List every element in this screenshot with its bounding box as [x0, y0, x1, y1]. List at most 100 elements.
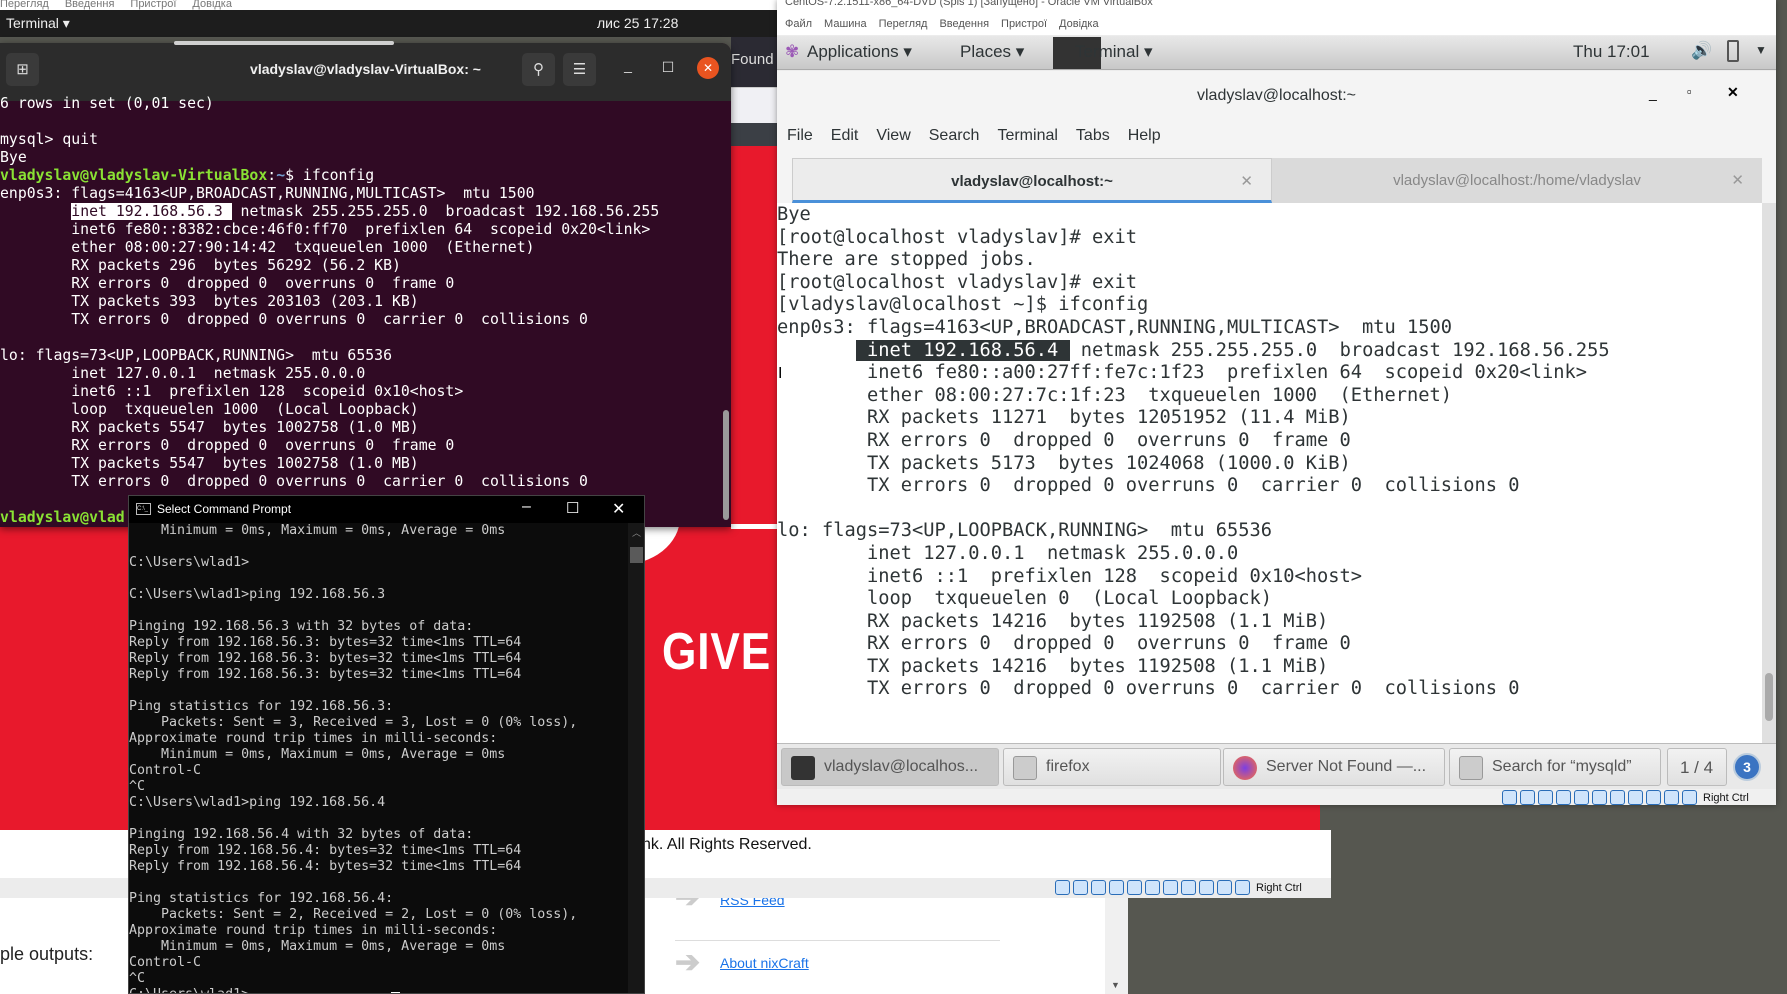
- shared-folder-icon[interactable]: [1592, 790, 1607, 805]
- terminal-output[interactable]: 6 rows in set (0,01 sec) mysql> quit Bye vl…: [0, 95, 731, 527]
- gnome-terminal-window[interactable]: vladyslav@localhost:~ _ ▫ ✕ File Edit View…: [777, 71, 1776, 743]
- keyboard-icon[interactable]: [1682, 790, 1697, 805]
- hdd-icon[interactable]: [1055, 880, 1070, 895]
- task-search-mysqld[interactable]: Search for “mysqld”: [1449, 748, 1661, 786]
- close-tab-icon[interactable]: ✕: [1731, 158, 1744, 203]
- menu-view[interactable]: View: [876, 127, 910, 144]
- menu-button[interactable]: ☰: [563, 53, 596, 86]
- minimize-button[interactable]: _: [618, 57, 638, 73]
- menu-view[interactable]: Перегляд: [0, 0, 49, 10]
- recording-icon[interactable]: [1181, 880, 1196, 895]
- mouse-integration-icon[interactable]: [1664, 790, 1679, 805]
- terminal-line: Control-C: [129, 955, 202, 970]
- centos-vbox-window[interactable]: CentOS-7.2.1511-x86_64-DVD (Spis 1) [Зап…: [777, 0, 1776, 805]
- menu-machine[interactable]: Машина: [824, 18, 867, 30]
- scrollbar[interactable]: [1762, 203, 1776, 743]
- scrollbar[interactable]: ︿: [628, 523, 644, 993]
- recording-icon[interactable]: [1628, 790, 1643, 805]
- close-button[interactable]: ✕: [612, 499, 625, 519]
- link-about-nixcraft[interactable]: About nixCraft: [720, 955, 809, 971]
- terminal-line: TX packets 393 bytes 203103 (203.1 KB): [0, 293, 419, 310]
- app-menu[interactable]: Terminal ▾: [6, 15, 70, 32]
- scrollbar[interactable]: [723, 410, 729, 520]
- display-icon[interactable]: [1610, 790, 1625, 805]
- scrollbar-thumb[interactable]: [1765, 673, 1773, 721]
- close-tab-icon[interactable]: ✕: [1240, 159, 1253, 204]
- scroll-up-icon[interactable]: ︿: [632, 526, 641, 539]
- menu-file[interactable]: File: [787, 127, 813, 144]
- notification-badge[interactable]: 3: [1733, 753, 1761, 781]
- hdd-icon[interactable]: [1502, 790, 1517, 805]
- task-terminal[interactable]: vladyslav@localhos...: [781, 748, 999, 786]
- clock[interactable]: лис 25 17:28: [597, 15, 678, 31]
- terminal-line: TX packets 5547 bytes 1002758 (1.0 MB): [0, 455, 419, 472]
- vbox-titlebar[interactable]: CentOS-7.2.1511-x86_64-DVD (Spis 1) [Зап…: [777, 0, 1776, 15]
- vt-x-icon[interactable]: [1199, 880, 1214, 895]
- usb-icon[interactable]: [1127, 880, 1142, 895]
- battery-icon[interactable]: [1727, 40, 1739, 62]
- keyboard-icon[interactable]: [1235, 880, 1250, 895]
- places-menu[interactable]: Places ▾: [960, 42, 1024, 62]
- menu-help[interactable]: Help: [1128, 127, 1161, 144]
- cd-icon[interactable]: [1520, 790, 1535, 805]
- cmd-titlebar[interactable]: C:\_ Select Command Prompt – ☐ ✕: [129, 496, 644, 523]
- audio-icon[interactable]: [1538, 790, 1553, 805]
- close-button[interactable]: ✕: [1727, 84, 1739, 101]
- browser-tab-fragment[interactable]: Found: [731, 37, 777, 87]
- maximize-button[interactable]: ☐: [566, 499, 579, 517]
- terminal-headerbar[interactable]: ⊞ vladyslav@vladyslav-VirtualBox: ~ ⚲ ☰ …: [0, 43, 731, 101]
- applications-menu[interactable]: Applications ▾: [807, 42, 912, 62]
- task-firefox[interactable]: firefox: [1003, 748, 1221, 786]
- menu-edit[interactable]: Edit: [831, 127, 859, 144]
- clock[interactable]: Thu 17:01: [1573, 42, 1650, 62]
- minimize-button[interactable]: _: [1649, 85, 1657, 101]
- terminal-line: Minimum = 0ms, Maximum = 0ms, Average = …: [129, 939, 506, 954]
- menu-devices[interactable]: Пристрої: [130, 0, 176, 10]
- minimize-button[interactable]: –: [522, 498, 531, 516]
- scroll-down-icon[interactable]: ▼: [1111, 980, 1120, 990]
- menu-search[interactable]: Search: [929, 127, 980, 144]
- vt-x-icon[interactable]: [1646, 790, 1661, 805]
- maximize-button[interactable]: ☐: [658, 59, 678, 76]
- scrollbar-thumb[interactable]: [630, 547, 643, 563]
- menu-input[interactable]: Введення: [65, 0, 115, 10]
- usb-icon[interactable]: [1574, 790, 1589, 805]
- network-icon[interactable]: [1556, 790, 1571, 805]
- search-button[interactable]: ⚲: [522, 53, 555, 86]
- menu-tabs[interactable]: Tabs: [1076, 127, 1110, 144]
- shared-folder-icon[interactable]: [1145, 880, 1160, 895]
- audio-icon[interactable]: [1091, 880, 1106, 895]
- browser-url-bar[interactable]: [731, 87, 777, 123]
- menu-input[interactable]: Введення: [939, 18, 989, 30]
- maximize-button[interactable]: ▫: [1687, 84, 1692, 99]
- mouse-integration-icon[interactable]: [1217, 880, 1232, 895]
- tab-localhost-vladyslav[interactable]: vladyslav@localhost:/home/vladyslav ✕: [1272, 158, 1762, 203]
- menu-help[interactable]: Довідка: [1059, 18, 1099, 30]
- tab-localhost-home[interactable]: vladyslav@localhost:~ ✕: [792, 158, 1272, 203]
- ubuntu-terminal-window[interactable]: ⊞ vladyslav@vladyslav-VirtualBox: ~ ⚲ ☰ …: [0, 43, 731, 527]
- command-prompt-window[interactable]: C:\_ Select Command Prompt – ☐ ✕ Minimum…: [128, 495, 645, 994]
- cd-icon[interactable]: [1073, 880, 1088, 895]
- text-segment: $ ifconfig: [285, 167, 375, 184]
- network-icon[interactable]: [1109, 880, 1124, 895]
- page-scrollbar[interactable]: ▼: [1105, 898, 1128, 994]
- terminal-app-menu[interactable]: Terminal ▾: [1075, 42, 1153, 62]
- system-menu-chevron-icon[interactable]: ▼: [1755, 43, 1767, 57]
- volume-icon[interactable]: 🔊: [1691, 41, 1712, 61]
- menu-file[interactable]: Файл: [785, 18, 812, 30]
- terminal-line: Reply from 192.168.56.4: bytes=32 time<1…: [129, 843, 522, 858]
- text-segment: netmask 255.255.255.0 broadcast 192.168.…: [1069, 339, 1610, 361]
- menu-terminal[interactable]: Terminal: [997, 127, 1057, 144]
- task-server-not-found[interactable]: Server Not Found —...: [1223, 748, 1445, 786]
- menu-devices[interactable]: Пристрої: [1001, 18, 1047, 30]
- menu-help[interactable]: Довідка: [192, 0, 232, 10]
- display-icon[interactable]: [1163, 880, 1178, 895]
- terminal-output[interactable]: Bye [root@localhost vladyslav]# exit There…: [777, 203, 1767, 743]
- close-button[interactable]: ✕: [697, 57, 719, 79]
- file-cabinet-icon: [1459, 756, 1483, 780]
- workspace-indicator[interactable]: 1 / 4: [1667, 748, 1727, 786]
- menu-view[interactable]: Перегляд: [879, 18, 928, 30]
- cmd-output[interactable]: Minimum = 0ms, Maximum = 0ms, Average = …: [129, 523, 577, 993]
